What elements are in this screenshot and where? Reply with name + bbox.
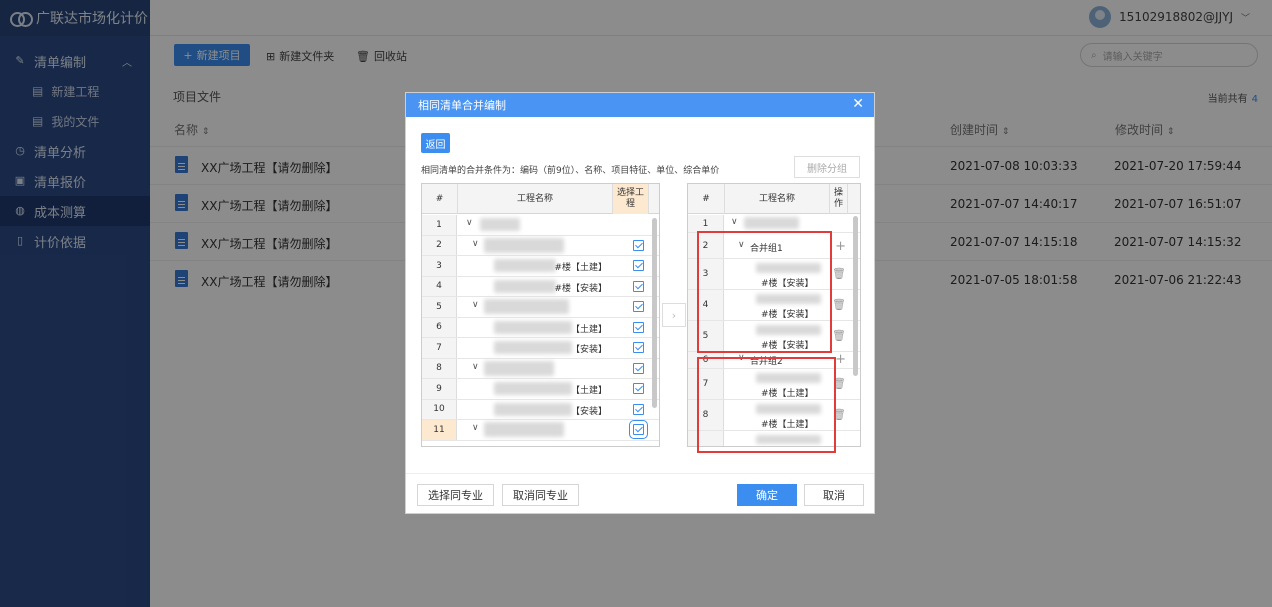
chevron-down-icon[interactable]: ∨ bbox=[466, 218, 473, 228]
close-icon[interactable]: ✕ bbox=[852, 96, 864, 112]
highlight-merge-group-2 bbox=[697, 357, 836, 453]
project-tag: #楼【安装】 bbox=[554, 283, 607, 294]
col-select-project: 选择工程 bbox=[613, 184, 649, 214]
blurred-name bbox=[494, 279, 556, 293]
blurred-name bbox=[484, 360, 554, 376]
table-row[interactable]: 4 #楼【安装】 bbox=[422, 276, 659, 297]
row-number: 10 bbox=[422, 399, 457, 419]
row-number: 11 bbox=[422, 420, 457, 440]
row-number: 1 bbox=[688, 215, 724, 232]
row-number: 5 bbox=[422, 297, 457, 317]
checkbox[interactable] bbox=[633, 280, 644, 292]
table-row[interactable]: 1 ∨ bbox=[422, 215, 659, 236]
blurred-name bbox=[494, 341, 572, 354]
checkbox[interactable] bbox=[633, 239, 644, 251]
blurred-name bbox=[494, 259, 556, 272]
blurred-name bbox=[484, 299, 569, 314]
chevron-right-icon[interactable]: › bbox=[662, 303, 686, 327]
row-number: 3 bbox=[422, 256, 457, 276]
delete-group-button[interactable]: 删除分组 bbox=[794, 156, 860, 178]
add-icon[interactable]: + bbox=[835, 352, 846, 367]
dialog-title: 相同清单合并编制 bbox=[418, 99, 506, 112]
project-grid: # 工程名称 选择工程 1 ∨ 2 ∨ 3 #楼【土建】 4 #楼【安装】 5 … bbox=[421, 183, 660, 447]
table-row[interactable]: 8 ∨ bbox=[422, 358, 659, 379]
checkbox[interactable] bbox=[633, 403, 644, 415]
checkbox[interactable] bbox=[633, 362, 644, 374]
checkbox[interactable] bbox=[633, 260, 644, 271]
blurred-name bbox=[484, 237, 564, 253]
table-row[interactable]: 9 【土建】 bbox=[422, 379, 659, 400]
blurred-name bbox=[484, 422, 564, 437]
chevron-down-icon[interactable]: ∨ bbox=[472, 423, 479, 433]
grid-header: # 工程名称 操作 bbox=[688, 184, 860, 214]
table-row[interactable]: 7 【安装】 bbox=[422, 338, 659, 359]
row-number: 4 bbox=[422, 276, 457, 296]
col-project-name: 工程名称 bbox=[458, 184, 613, 214]
trash-icon[interactable]: 🗑 bbox=[832, 267, 846, 280]
checkbox[interactable] bbox=[629, 420, 648, 439]
merge-condition-text: 相同清单的合并条件为：编码（前9位）、名称、项目特征、单位、综合单价 bbox=[421, 166, 720, 176]
row-number: 2 bbox=[422, 235, 457, 255]
back-button[interactable]: 返回 bbox=[421, 133, 450, 153]
scrollbar[interactable] bbox=[652, 218, 657, 408]
chevron-down-icon[interactable]: ∨ bbox=[472, 239, 479, 249]
blurred-name bbox=[744, 217, 799, 229]
project-tag: 【土建】 bbox=[570, 386, 607, 396]
trash-icon[interactable]: 🗑 bbox=[832, 329, 846, 342]
row-number: 1 bbox=[422, 215, 457, 235]
grid-header: # 工程名称 选择工程 bbox=[422, 184, 659, 214]
row-number: 8 bbox=[422, 358, 457, 378]
select-same-discipline-button[interactable]: 选择同专业 bbox=[417, 484, 494, 506]
table-row[interactable]: 6 【土建】 bbox=[422, 317, 659, 338]
cancel-button[interactable]: 取消 bbox=[804, 484, 864, 506]
blurred-name bbox=[494, 402, 572, 416]
checkbox[interactable] bbox=[633, 383, 644, 394]
col-number: # bbox=[688, 184, 725, 214]
trash-icon[interactable]: 🗑 bbox=[832, 298, 846, 311]
checkbox[interactable] bbox=[633, 342, 644, 353]
col-number: # bbox=[422, 184, 458, 214]
row-number: 9 bbox=[422, 379, 457, 399]
table-row[interactable]: 3 #楼【土建】 bbox=[422, 256, 659, 277]
merge-dialog: 相同清单合并编制 ✕ 返回 相同清单的合并条件为：编码（前9位）、名称、项目特征… bbox=[405, 92, 875, 514]
project-tag: 【安装】 bbox=[570, 345, 607, 355]
confirm-button[interactable]: 确定 bbox=[737, 484, 797, 506]
scrollbar[interactable] bbox=[853, 216, 858, 376]
highlight-merge-group-1 bbox=[697, 231, 832, 353]
checkbox[interactable] bbox=[633, 301, 644, 312]
row-number: 6 bbox=[422, 317, 457, 337]
table-row[interactable]: 10 【安装】 bbox=[422, 399, 659, 420]
add-icon[interactable]: + bbox=[835, 239, 846, 254]
chevron-down-icon[interactable]: ∨ bbox=[472, 362, 479, 372]
project-tag: 【安装】 bbox=[570, 406, 607, 417]
dialog-header: 相同清单合并编制 ✕ bbox=[406, 93, 874, 117]
blurred-name bbox=[494, 382, 572, 395]
row-number: 7 bbox=[422, 338, 457, 358]
dialog-footer: 选择同专业 取消同专业 确定 取消 bbox=[406, 473, 874, 515]
blurred-name bbox=[480, 218, 520, 231]
table-row[interactable]: 2 ∨ bbox=[422, 235, 659, 256]
project-tag: 【土建】 bbox=[570, 324, 607, 335]
checkbox[interactable] bbox=[633, 321, 644, 333]
col-project-name: 工程名称 bbox=[725, 184, 830, 214]
col-action: 操作 bbox=[830, 184, 848, 214]
table-row[interactable]: 5 ∨ bbox=[422, 297, 659, 318]
chevron-down-icon[interactable]: ∨ bbox=[731, 217, 738, 227]
cancel-same-discipline-button[interactable]: 取消同专业 bbox=[502, 484, 579, 506]
blurred-name bbox=[494, 320, 572, 334]
chevron-down-icon[interactable]: ∨ bbox=[472, 300, 479, 310]
project-tag: #楼【土建】 bbox=[554, 263, 607, 273]
table-row[interactable]: 11 ∨ bbox=[422, 420, 659, 441]
